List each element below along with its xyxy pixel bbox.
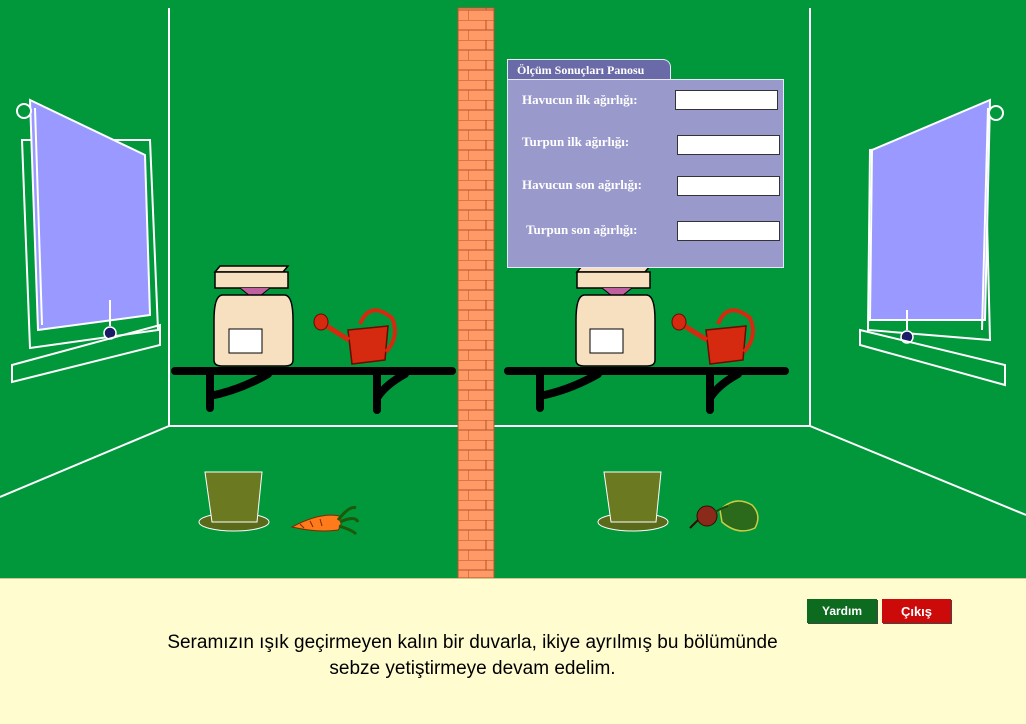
instruction-text: Seramızın ışık geçirmeyen kalın bir duva… [80, 630, 865, 682]
flower-pot-icon [198, 471, 270, 532]
watering-can-icon [313, 308, 397, 365]
help-button[interactable]: Yardım [807, 599, 877, 623]
carrot-initial-weight-label: Havucun ilk ağırlığı: [522, 92, 638, 107]
panel-title: Ölçüm Sonuçları Panosu [507, 59, 671, 80]
flower-pot-icon [597, 471, 669, 532]
carrot-final-weight-input[interactable] [677, 176, 780, 196]
kitchen-scale-icon [213, 265, 294, 367]
kitchen-scale-icon [575, 265, 656, 367]
radish-initial-weight-label: Turpun ilk ağırlığı: [522, 134, 630, 149]
watering-can-icon [671, 308, 755, 365]
exit-button[interactable]: Çıkış [882, 599, 951, 623]
shelf-icon [171, 367, 456, 414]
radish-final-weight-input[interactable] [677, 221, 780, 241]
radish-icon [689, 500, 759, 532]
carrot-icon [290, 506, 360, 536]
greenhouse-scene: Ölçüm Sonuçları Panosu Havucun ilk ağırl… [0, 0, 1026, 578]
brick-wall-icon [457, 7, 495, 578]
window-blind-icon [859, 98, 1006, 387]
carrot-final-weight-label: Havucun son ağırlığı: [522, 177, 642, 192]
instruction-line-1: Seramızın ışık geçirmeyen kalın bir duva… [167, 632, 778, 653]
shelf-icon [504, 367, 789, 414]
instruction-line-2: sebze yetiştirmeye devam edelim. [329, 658, 616, 679]
window-blind-icon [11, 98, 161, 384]
radish-initial-weight-input[interactable] [677, 135, 780, 155]
carrot-initial-weight-input[interactable] [675, 90, 778, 110]
radish-final-weight-label: Turpun son ağırlığı: [526, 222, 638, 237]
